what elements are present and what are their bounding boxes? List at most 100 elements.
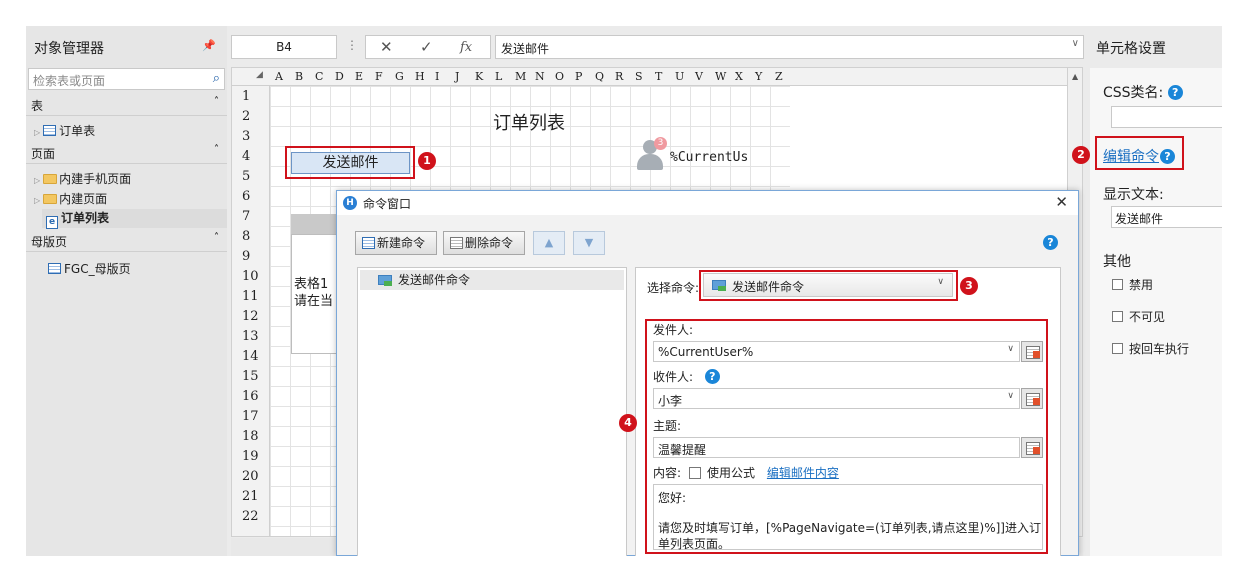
column-header-cell[interactable]: S [635, 70, 643, 83]
collapse-icon[interactable]: ˄ [214, 144, 219, 155]
row-header-cell[interactable]: 14 [242, 349, 259, 364]
tree-item-order-list[interactable]: e 订单列表 [42, 209, 227, 229]
display-text-input[interactable]: 发送邮件 [1111, 206, 1222, 228]
column-header-cell[interactable]: V [695, 70, 703, 83]
column-header-cell[interactable]: W [715, 70, 726, 83]
close-icon[interactable]: ✕ [1055, 193, 1068, 211]
column-header-cell[interactable]: J [455, 70, 459, 83]
row-header-cell[interactable]: 11 [242, 289, 259, 304]
column-header-cell[interactable]: R [615, 70, 623, 83]
table-name: 表格1 [294, 277, 329, 292]
column-header-cell[interactable]: O [555, 70, 564, 83]
checkbox-icon[interactable] [1112, 279, 1123, 290]
collapse-icon[interactable]: ˄ [214, 232, 219, 243]
tree-item-mobile-pages[interactable]: ▷ 内建手机页面 [34, 170, 131, 187]
row-header-cell[interactable]: 13 [242, 329, 259, 344]
column-header-cell[interactable]: L [495, 70, 502, 83]
disable-checkbox[interactable]: 禁用 [1112, 276, 1153, 293]
row-header-cell[interactable]: 9 [242, 249, 250, 264]
tree-item-order-table[interactable]: ▷ 订单表 [34, 122, 95, 139]
row-header-cell[interactable]: 17 [242, 409, 259, 424]
callout-box-3 [699, 270, 958, 301]
column-header-cell[interactable]: U [675, 70, 684, 83]
current-user-cell[interactable]: %CurrentUs [670, 150, 748, 165]
expand-arrow-icon[interactable]: ▷ [34, 176, 40, 185]
row-header-cell[interactable]: 6 [242, 189, 250, 204]
column-header-cell[interactable]: I [435, 70, 439, 83]
column-header-cell[interactable]: T [655, 70, 662, 83]
collapse-icon[interactable]: ˄ [214, 96, 219, 107]
row-header-cell[interactable]: 3 [242, 129, 250, 144]
column-header-cell[interactable]: H [415, 70, 425, 83]
column-header-cell[interactable]: A [275, 70, 283, 83]
search-icon[interactable]: ⌕ [213, 71, 220, 86]
section-masters-label: 母版页 [31, 235, 68, 249]
select-all-corner[interactable]: ◢ [256, 70, 263, 80]
column-header-cell[interactable]: N [535, 70, 545, 83]
checkbox-icon[interactable] [1112, 311, 1123, 322]
help-icon[interactable]: ? [1167, 85, 1183, 100]
delete-command-icon [450, 237, 463, 249]
row-header-cell[interactable]: 10 [242, 269, 259, 284]
row-header-cell[interactable]: 19 [242, 449, 259, 464]
css-class-input[interactable] [1111, 106, 1222, 128]
row-header-cell[interactable]: 4 [242, 149, 250, 164]
row-header-cell[interactable]: 15 [242, 369, 259, 384]
row-header-cell[interactable]: 22 [242, 509, 259, 524]
scroll-up-icon[interactable]: ▲ [1072, 72, 1078, 81]
callout-box-4 [645, 319, 1048, 554]
tree-item-builtin-pages[interactable]: ▷ 内建页面 [34, 190, 107, 207]
move-up-button[interactable]: ▲ [533, 231, 565, 255]
object-search-input[interactable]: 检索表或页面 ⌕ [28, 68, 225, 90]
column-header-cell[interactable]: Z [775, 70, 783, 83]
column-header-cell[interactable]: M [515, 70, 526, 83]
row-header-cell[interactable]: 12 [242, 309, 259, 324]
row-header-cell[interactable]: 18 [242, 429, 259, 444]
column-header-cell[interactable]: K [475, 70, 483, 83]
pin-icon[interactable]: 📌 [202, 39, 216, 52]
row-header-cell[interactable]: 21 [242, 489, 259, 504]
expand-arrow-icon[interactable]: ▷ [34, 196, 40, 205]
confirm-icon[interactable]: ✓ [420, 38, 433, 56]
tree-item-master-page[interactable]: FGC_母版页 [48, 260, 131, 277]
checkbox-icon[interactable] [1112, 343, 1123, 354]
formula-bar[interactable]: 发送邮件 ∨ [495, 35, 1084, 59]
invisible-checkbox[interactable]: 不可见 [1112, 308, 1165, 325]
column-header-cell[interactable]: Q [595, 70, 604, 83]
cancel-icon[interactable]: ✕ [380, 38, 393, 56]
section-masters[interactable]: 母版页 ˄ [26, 230, 227, 252]
column-header-cell[interactable]: F [375, 70, 383, 83]
formula-buttons: ✕ ✓ fx [365, 35, 491, 59]
move-down-button[interactable]: ▼ [573, 231, 605, 255]
column-header-cell[interactable]: C [315, 70, 323, 83]
expand-icon[interactable]: ∨ [1072, 38, 1079, 49]
delete-command-button[interactable]: 删除命令 [443, 231, 525, 255]
row-header-cell[interactable]: 7 [242, 209, 250, 224]
column-header-cell[interactable]: B [295, 70, 303, 83]
new-command-button[interactable]: 新建命令 [355, 231, 437, 255]
dialog-help-icon[interactable]: ? [1043, 235, 1058, 250]
column-header-cell[interactable]: D [335, 70, 344, 83]
enter-execute-checkbox[interactable]: 按回车执行 [1112, 340, 1189, 357]
command-list-item[interactable]: 发送邮件命令 [360, 270, 624, 290]
section-pages[interactable]: 页面 ˄ [26, 142, 227, 164]
row-header-cell[interactable]: 8 [242, 229, 250, 244]
column-header-cell[interactable]: P [575, 70, 582, 83]
callout-badge-4: 4 [619, 414, 637, 432]
row-header-cell[interactable]: 2 [242, 109, 250, 124]
sheet-title-cell[interactable]: 订单列表 [493, 109, 565, 135]
column-header-cell[interactable]: Y [755, 70, 762, 83]
row-header-cell[interactable]: 1 [242, 89, 250, 104]
column-header-cell[interactable]: E [355, 70, 363, 83]
section-tables[interactable]: 表 ˄ [26, 94, 227, 116]
row-header-cell[interactable]: 5 [242, 169, 250, 184]
expand-arrow-icon[interactable]: ▷ [34, 128, 40, 137]
function-icon[interactable]: fx [460, 40, 472, 55]
display-text-label: 显示文本: [1103, 187, 1164, 203]
row-header-cell[interactable]: 20 [242, 469, 259, 484]
column-header-cell[interactable]: G [395, 70, 404, 83]
table-hint: 请在当 [294, 294, 334, 309]
column-header-cell[interactable]: X [735, 70, 743, 83]
row-header-cell[interactable]: 16 [242, 389, 259, 404]
cell-reference-box[interactable]: B4 [231, 35, 337, 59]
